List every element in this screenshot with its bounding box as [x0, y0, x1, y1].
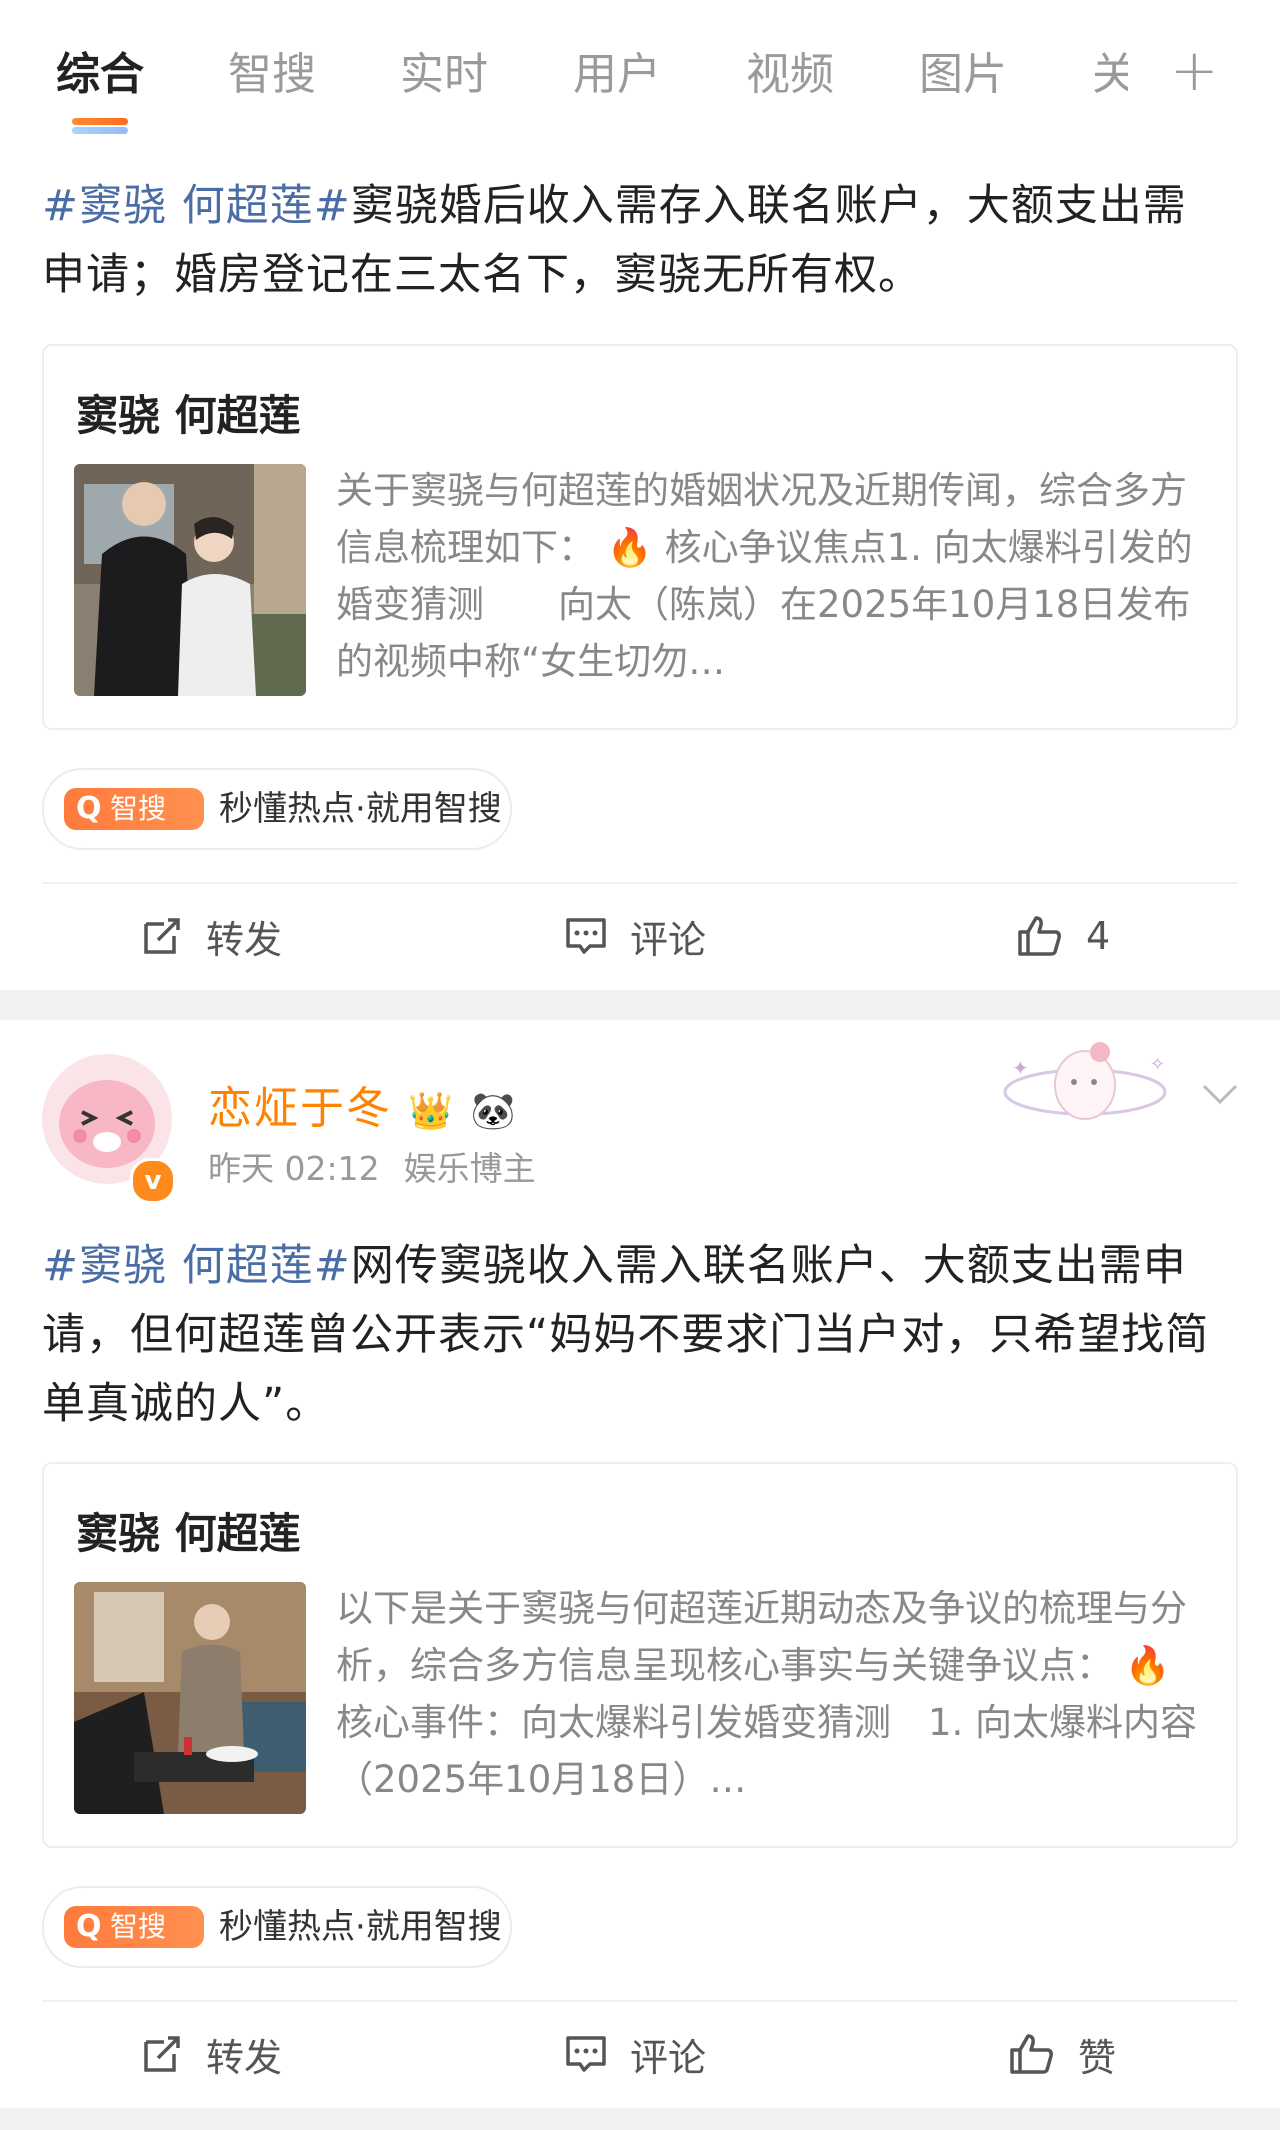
svg-text:✦: ✦: [1012, 1056, 1029, 1080]
hashtag-link[interactable]: #窦骁 何超莲#: [42, 181, 351, 231]
tab-smart-search[interactable]: 智搜: [228, 48, 316, 102]
panda-icon: 🐼: [470, 1091, 518, 1132]
card-title: 窦骁 何超莲: [76, 1509, 301, 1558]
search-tabs: 综合 智搜 实时 用户 视频 图片 关 +: [0, 0, 1280, 140]
ai-search-pill[interactable]: Q 智搜 秒懂热点·就用智搜: [42, 768, 512, 850]
like-button[interactable]: 赞: [1008, 2014, 1116, 2094]
tab-comprehensive[interactable]: 综合: [56, 48, 144, 102]
post-separator: [0, 990, 1280, 1020]
like-icon: [1018, 916, 1061, 956]
plus-icon[interactable]: +: [1170, 40, 1219, 100]
fire-icon: 🔥: [1124, 1644, 1171, 1687]
chevron-down-icon[interactable]: [1200, 1080, 1240, 1112]
post-meta: 昨天 02:12 娱乐博主: [208, 1142, 560, 1190]
divider: [42, 882, 1238, 884]
ai-search-text: 秒懂热点·就用智搜: [219, 1907, 502, 1947]
post-actions: 转发 评论 4: [0, 896, 1280, 976]
repost-icon: [144, 2036, 180, 2072]
hashtag-link[interactable]: #窦骁 何超莲#: [42, 1241, 351, 1291]
author-tag: 娱乐博主: [403, 1149, 536, 1188]
comment-button[interactable]: 评论: [564, 896, 706, 976]
comment-icon: [566, 2036, 606, 2072]
post-text: #窦骁 何超莲#网传窦骁收入需入联名账户、大额支出需申请，但何超莲曾公开表示“妈…: [42, 1241, 1210, 1429]
comment-button[interactable]: 评论: [564, 2014, 706, 2094]
like-button[interactable]: 4: [1016, 896, 1110, 976]
author-name[interactable]: 恋炡于冬 👑 🐼: [208, 1072, 518, 1136]
post-time: 昨天 02:12: [208, 1149, 380, 1188]
search-icon: Q: [76, 791, 102, 826]
decoration-sticker: ✦ ✧: [990, 1030, 1180, 1150]
topic-card[interactable]: 窦骁 何超莲 以下是关于窦骁与何超莲近期动态及争议的梳理与分析，综合多方信息呈现…: [42, 1462, 1238, 1848]
ai-search-badge: Q 智搜: [64, 1906, 204, 1948]
ai-search-pill[interactable]: Q 智搜 秒懂热点·就用智搜: [42, 1886, 512, 1968]
search-icon: Q: [76, 1909, 102, 1944]
tab-partial[interactable]: 关: [1092, 48, 1128, 102]
card-summary: 以下是关于窦骁与何超莲近期动态及争议的梳理与分析，综合多方信息呈现核心事实与关键…: [336, 1587, 1198, 1801]
repost-button[interactable]: 转发: [140, 2014, 282, 2094]
card-title: 窦骁 何超莲: [76, 391, 301, 440]
divider: [42, 2000, 1238, 2002]
svg-text:✧: ✧: [1150, 1054, 1165, 1075]
tab-video[interactable]: 视频: [746, 48, 834, 102]
ai-search-badge: Q 智搜: [64, 788, 204, 830]
tab-images[interactable]: 图片: [919, 48, 1007, 102]
active-tab-indicator: [72, 118, 128, 134]
tab-users[interactable]: 用户: [573, 48, 661, 102]
card-summary: 关于窦骁与何超莲的婚姻状况及近期传闻，综合多方信息梳理如下： 🔥 核心争议焦点1…: [336, 469, 1193, 683]
repost-button[interactable]: 转发: [140, 896, 282, 976]
crown-icon: 👑: [408, 1091, 455, 1132]
topic-card[interactable]: 窦骁 何超莲 关于窦骁与何超莲的婚姻状况及近期传闻，综合多方信息梳理如下： 🔥 …: [42, 344, 1238, 730]
repost-icon: [144, 918, 180, 954]
like-icon: [1010, 2034, 1053, 2074]
post-separator: [0, 2108, 1280, 2130]
comment-icon: [566, 918, 606, 954]
tab-realtime[interactable]: 实时: [400, 48, 488, 102]
verified-badge-icon: v: [130, 1158, 176, 1204]
card-thumbnail: [74, 1582, 306, 1814]
post-text: #窦骁 何超莲#窦骁婚后收入需存入联名账户，大额支出需申请；婚房登记在三太名下，…: [42, 181, 1187, 300]
post-actions: 转发 评论 赞: [0, 2014, 1280, 2094]
ai-search-text: 秒懂热点·就用智搜: [219, 789, 502, 829]
card-thumbnail: [74, 464, 306, 696]
fire-icon: 🔥: [606, 526, 653, 569]
